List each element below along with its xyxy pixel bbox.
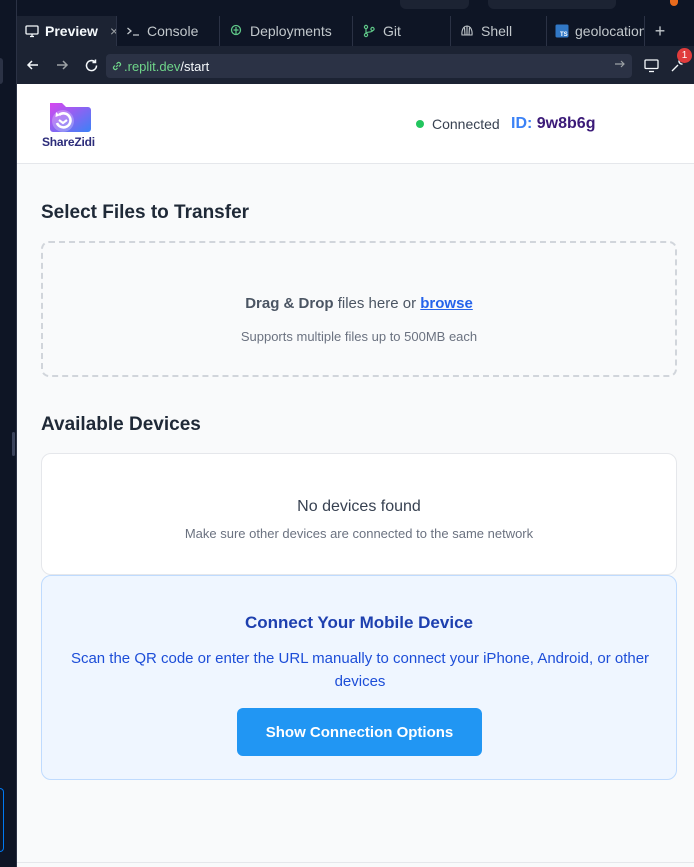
divider <box>17 862 694 863</box>
tab-label: Preview <box>45 23 98 39</box>
left-gutter <box>0 0 17 867</box>
top-strip-button[interactable] <box>488 0 616 9</box>
svg-text:TS: TS <box>560 32 568 38</box>
peer-id-value: 9w8b6g <box>536 115 596 132</box>
gutter-tab-indicator[interactable] <box>0 58 3 84</box>
tab-console[interactable]: Console <box>117 16 220 46</box>
resize-handle[interactable] <box>12 432 15 456</box>
mobile-connect-title: Connect Your Mobile Device <box>245 613 473 632</box>
tab-geolocation[interactable]: TS geolocation <box>547 16 645 46</box>
forward-button[interactable] <box>49 52 75 78</box>
app-logo[interactable]: ShareZidi <box>42 99 102 151</box>
arrow-left-icon <box>26 60 38 70</box>
top-strip-button[interactable] <box>400 0 469 9</box>
tab-label: Git <box>383 23 401 39</box>
gutter-focus-indicator <box>0 788 4 852</box>
terminal-icon <box>125 23 141 39</box>
preview-page: ShareZidi Connected ID: 9w8b6g Select Fi… <box>17 84 694 867</box>
screen: Preview × Console Deployments Git Shel <box>0 0 694 867</box>
upload-heading: Select Files to Transfer <box>41 202 250 223</box>
top-strip <box>17 0 694 16</box>
mobile-connect-description: Scan the QR code or enter the URL manual… <box>70 650 650 690</box>
deployments-icon <box>228 23 244 39</box>
no-devices-hint: Make sure other devices are connected to… <box>184 526 534 541</box>
logo-text: ShareZidi <box>42 135 95 149</box>
device-view-button[interactable] <box>638 52 664 78</box>
add-tab-button[interactable]: + <box>645 16 675 46</box>
top-strip-badge <box>670 0 678 6</box>
tab-git[interactable]: Git <box>353 16 451 46</box>
dropzone-middle: files here or <box>333 295 421 312</box>
reload-button[interactable] <box>78 52 104 78</box>
app-header: ShareZidi Connected ID: 9w8b6g <box>17 84 694 164</box>
tab-label: geolocation <box>575 23 645 39</box>
address-bar: .replit.dev/start 1 <box>17 46 694 84</box>
dropzone-hint: Supports multiple files up to 500MB each <box>240 329 478 344</box>
url-input[interactable]: .replit.dev/start <box>106 54 632 78</box>
devices-panel: No devices found Make sure other devices… <box>41 453 677 575</box>
shell-icon <box>459 23 475 39</box>
mobile-connect-panel: Connect Your Mobile Device Scan the QR c… <box>41 575 677 780</box>
back-button[interactable] <box>20 52 46 78</box>
no-devices-title: No devices found <box>297 498 421 515</box>
status-text: Connected <box>432 116 500 132</box>
git-icon <box>361 23 377 39</box>
tab-deployments[interactable]: Deployments <box>220 16 353 46</box>
folder-logo-icon <box>50 103 91 132</box>
typescript-file-icon: TS <box>555 23 569 39</box>
url-host: .replit.dev <box>124 58 181 74</box>
link-icon <box>112 61 122 71</box>
reload-icon <box>85 59 97 71</box>
open-external-icon[interactable] <box>614 58 626 73</box>
status-dot <box>416 120 424 128</box>
tab-label: Shell <box>481 23 513 39</box>
toolbar-overflow[interactable] <box>690 52 694 78</box>
browse-link[interactable]: browse <box>420 295 473 312</box>
peer-id: ID: 9w8b6g <box>511 115 595 133</box>
devtools-button[interactable]: 1 <box>664 48 692 78</box>
tab-preview[interactable]: Preview × <box>17 16 117 46</box>
address-toolbar: 1 <box>638 46 694 84</box>
devices-heading: Available Devices <box>41 414 201 435</box>
dropzone-bold: Drag & Drop <box>245 295 334 312</box>
tab-label: Console <box>147 23 199 39</box>
connection-status: Connected <box>416 116 500 132</box>
monitor-icon <box>25 23 39 39</box>
close-icon[interactable]: × <box>110 23 116 39</box>
tab-label: Deployments <box>250 23 332 39</box>
url-path: /start <box>180 58 210 74</box>
tab-shell[interactable]: Shell <box>451 16 547 46</box>
arrow-right-icon <box>57 60 69 70</box>
file-dropzone[interactable]: Drag & Drop files here or browse Support… <box>41 241 677 377</box>
monitor-icon <box>643 58 659 72</box>
dropzone-text: Drag & Drop files here or browse <box>43 295 675 312</box>
show-connection-options-button[interactable]: Show Connection Options <box>237 708 482 756</box>
peer-id-label: ID: <box>511 115 533 132</box>
workspace-tabs: Preview × Console Deployments Git Shel <box>17 16 694 46</box>
